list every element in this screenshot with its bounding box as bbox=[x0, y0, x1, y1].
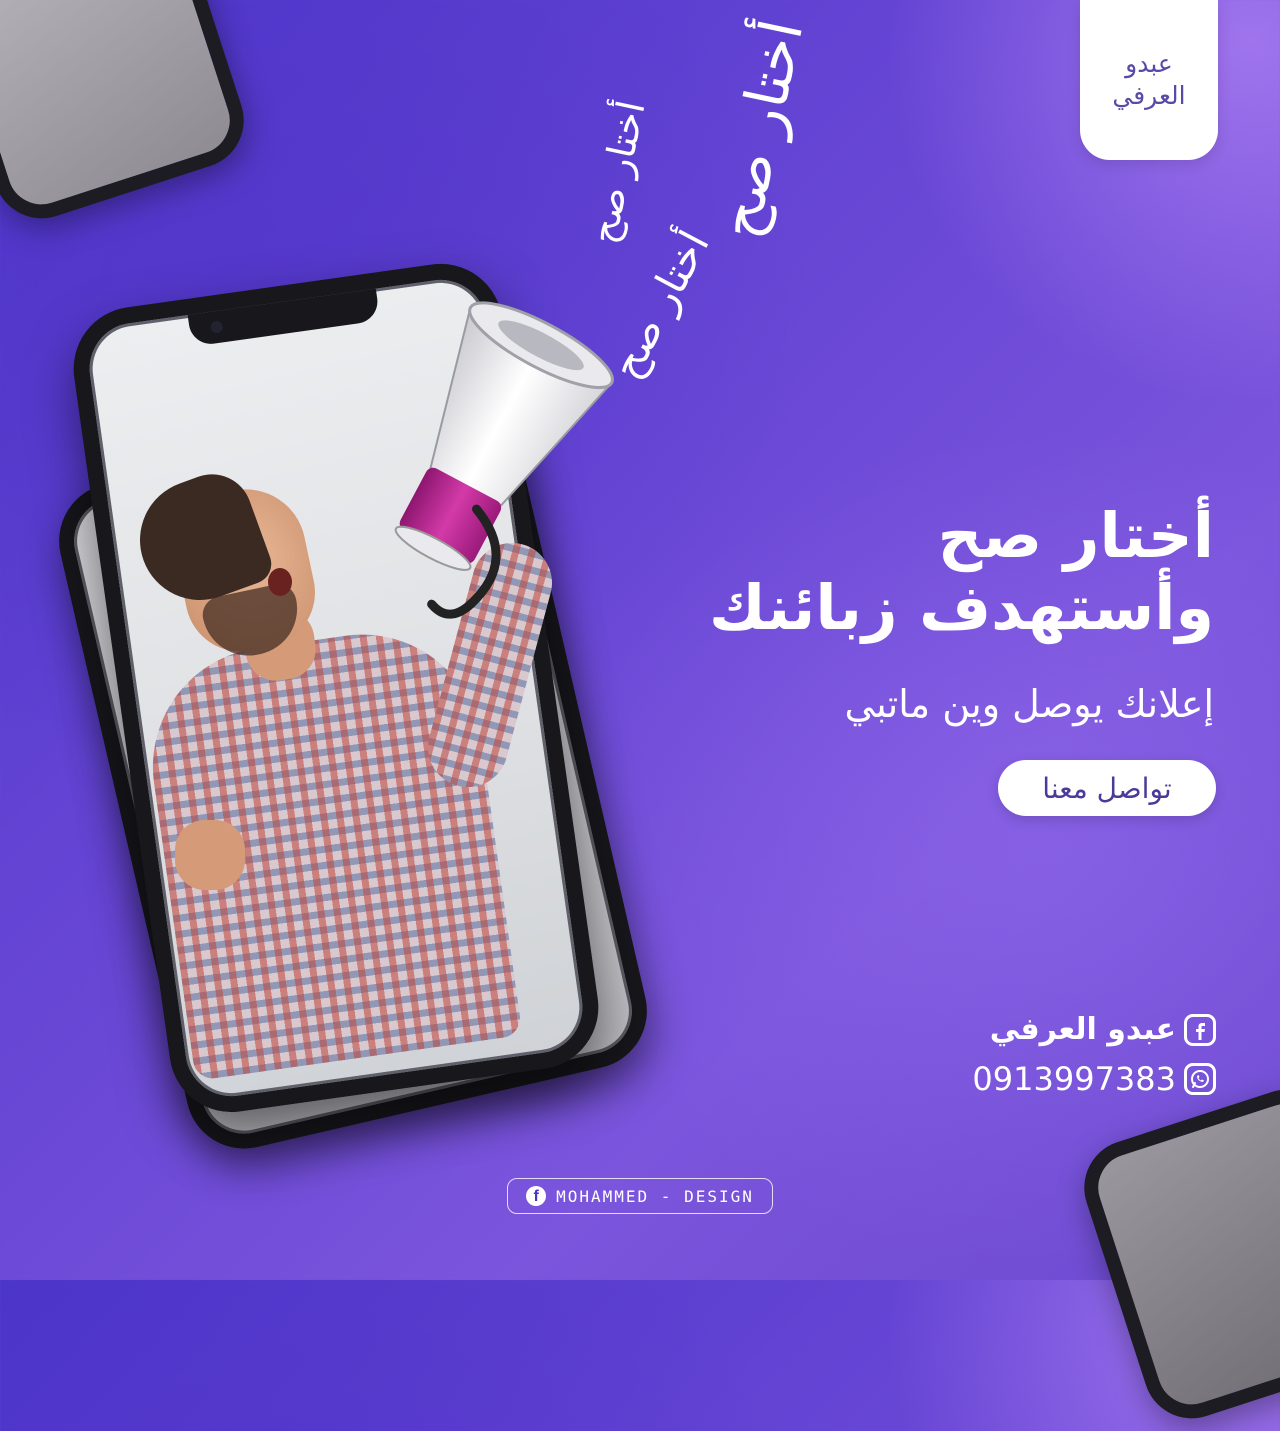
brand-tag-line2: العرفي bbox=[1112, 81, 1186, 110]
slogan-burst-text: أختار صح bbox=[580, 96, 654, 248]
facebook-icon bbox=[1184, 1013, 1216, 1046]
whatsapp-icon bbox=[1184, 1063, 1216, 1095]
corner-phone-top-left bbox=[0, 0, 257, 231]
headline: أختار صح وأستهدف زبائنك bbox=[594, 500, 1214, 644]
megaphone-icon bbox=[394, 301, 614, 619]
facebook-icon: f bbox=[526, 1186, 547, 1206]
slogan-burst-text: أختار صح bbox=[703, 14, 817, 244]
contact-us-button[interactable]: تواصل معنا bbox=[998, 760, 1216, 816]
facebook-contact[interactable]: عبدو العرفي bbox=[990, 1012, 1216, 1047]
designer-credit: f MOHAMMED - DESIGN bbox=[507, 1178, 773, 1214]
headline-line1: أختار صح bbox=[937, 499, 1214, 572]
contact-us-label: تواصل معنا bbox=[1042, 771, 1172, 805]
phone-number: 0913997383 bbox=[972, 1060, 1176, 1098]
facebook-name: عبدو العرفي bbox=[989, 1012, 1176, 1047]
corner-phone-bottom-right bbox=[1071, 1077, 1280, 1431]
headline-line2: وأستهدف زبائنك bbox=[709, 571, 1214, 644]
person-fist bbox=[175, 820, 245, 890]
brand-tag-line1: عبدو bbox=[1125, 49, 1173, 78]
whatsapp-contact[interactable]: 0913997383 bbox=[972, 1060, 1216, 1098]
designer-credit-text: MOHAMMED - DESIGN bbox=[556, 1186, 754, 1206]
brand-tag: عبدو العرفي bbox=[1080, 0, 1218, 160]
person-mouth bbox=[268, 568, 292, 596]
subheadline: إعلانك يوصل وين ماتبي bbox=[844, 682, 1215, 726]
